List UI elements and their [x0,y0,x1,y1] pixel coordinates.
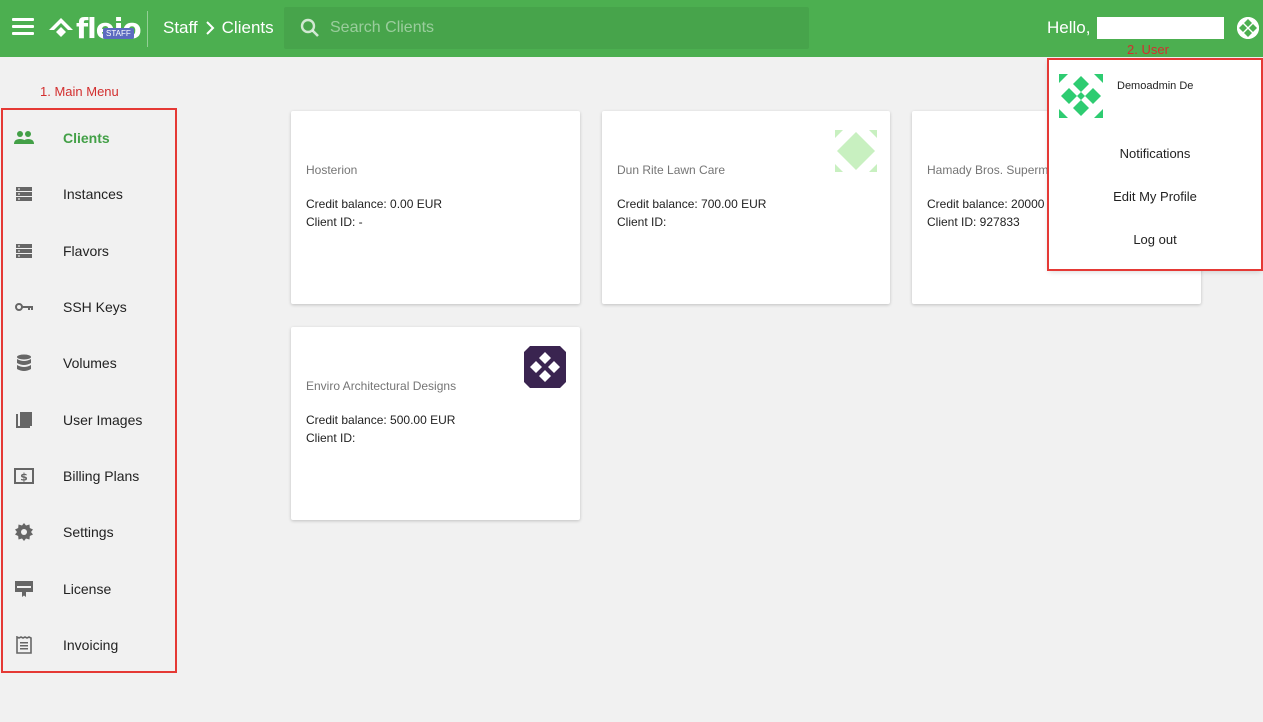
hamburger-menu-icon[interactable] [12,18,34,38]
sidebar-item-instances[interactable]: Instances [3,166,175,222]
sidebar-item-label: Billing Plans [63,467,140,484]
svg-text:$: $ [20,470,28,483]
sidebar-item-user-images[interactable]: User Images [3,391,175,447]
sidebar-item-clients[interactable]: Clients [3,110,175,166]
sidebar-item-label: Instances [63,186,123,203]
image-stack-icon [14,410,34,430]
staff-badge: STAFF [103,28,134,39]
client-name: Dun Rite Lawn Care [617,163,726,177]
client-id: Client ID: 927833 [927,215,1020,229]
edit-profile-menu-item[interactable]: Edit My Profile [1049,189,1261,204]
user-name-field [1097,17,1224,39]
user-identicon-icon [1059,74,1103,118]
search-bar[interactable] [284,7,809,49]
client-balance: Credit balance: 500.00 EUR [306,413,456,427]
client-card[interactable]: Enviro Architectural Designs Credit bala… [291,327,580,520]
sidebar-item-label: Flavors [63,242,109,259]
key-icon [14,297,34,317]
header-divider [147,11,148,47]
chevron-right-icon [205,21,215,35]
sidebar-item-label: SSH Keys [63,299,127,316]
sidebar-item-ssh-keys[interactable]: SSH Keys [3,279,175,335]
breadcrumb-staff[interactable]: Staff [163,18,198,38]
notifications-menu-item[interactable]: Notifications [1049,146,1261,161]
client-name: Enviro Architectural Designs [306,379,457,393]
sidebar-item-label: Clients [63,130,110,147]
sidebar-item-volumes[interactable]: Volumes [3,335,175,391]
client-name: Hosterion [306,163,358,177]
user-annotation: 2. User [1127,42,1169,57]
client-name: Hamady Bros. Superm [927,163,1049,177]
search-input[interactable] [330,19,790,37]
sidebar-item-label: Settings [63,524,114,541]
people-icon [14,128,34,148]
client-id: Client ID: [617,215,667,229]
certificate-icon [14,579,34,599]
gear-icon [14,522,34,542]
user-display-name: Demoadmin De [1117,80,1194,92]
database-icon [14,353,34,373]
client-id: Client ID: [306,431,356,445]
sidebar-item-label: Volumes [63,355,117,372]
client-balance: Credit balance: 700.00 EUR [617,197,767,211]
client-balance: Credit balance: 0.00 EUR [306,197,443,211]
client-card[interactable]: Dun Rite Lawn Care Credit balance: 700.0… [602,111,890,304]
client-identicon-icon [524,346,566,388]
sidebar-item-billing-plans[interactable]: $ Billing Plans [3,448,175,504]
server-icon [14,241,34,261]
main-menu: Clients Instances Flavors SSH Keys Volum… [3,110,175,673]
dollar-box-icon: $ [14,466,34,486]
logout-menu-item[interactable]: Log out [1049,232,1261,247]
sidebar-item-label: User Images [63,411,143,428]
sidebar-item-label: License [63,580,112,597]
sidebar-item-license[interactable]: License [3,560,175,616]
receipt-icon [14,635,34,655]
client-id: Client ID: - [306,215,363,229]
client-balance: Credit balance: 20000 [927,197,1045,211]
logo-mark-icon [49,18,73,37]
sidebar-item-settings[interactable]: Settings [3,504,175,560]
main-menu-annotation: 1. Main Menu [40,84,119,99]
hello-greeting: Hello, [1047,18,1091,37]
search-icon [300,18,319,37]
user-dropdown-menu: Demoadmin De Notifications Edit My Profi… [1049,60,1261,269]
sidebar-item-label: Invoicing [63,636,119,653]
user-avatar[interactable] [1237,17,1259,39]
breadcrumb-clients[interactable]: Clients [222,18,274,38]
sidebar-item-flavors[interactable]: Flavors [3,223,175,279]
client-card[interactable]: Hosterion Credit balance: 0.00 EUR Clien… [291,111,580,304]
client-identicon-icon [835,130,877,172]
server-icon [14,184,34,204]
breadcrumb: Staff Clients [163,18,274,38]
top-app-bar: fleio STAFF Staff Clients Hello, [0,0,1263,57]
identicon-icon [1237,17,1259,39]
sidebar-item-invoicing[interactable]: Invoicing [3,617,175,673]
